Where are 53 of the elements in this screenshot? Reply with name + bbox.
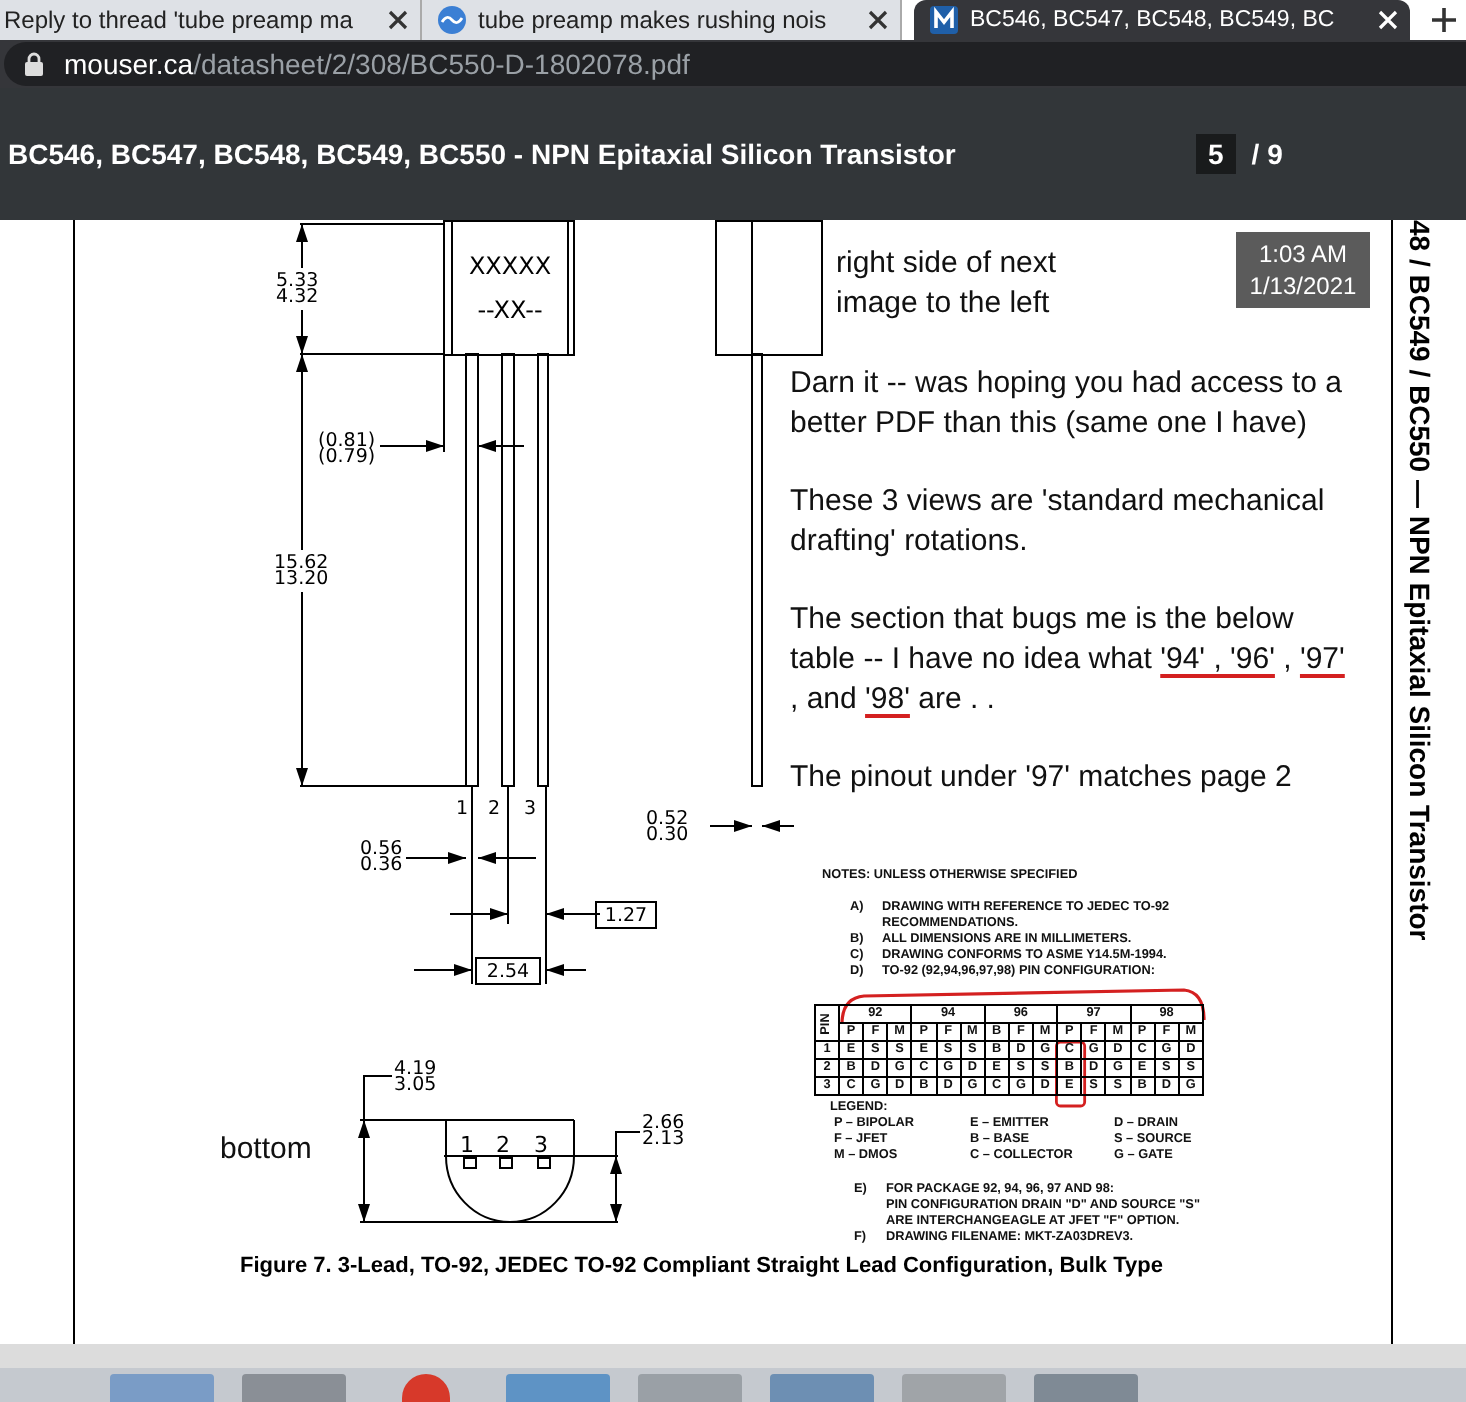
package-marking: XXXXX	[468, 252, 552, 280]
dimension-label: (0.81)	[318, 430, 376, 452]
annotation-paragraph: The pinout under '97' matches page 2	[790, 758, 1294, 798]
pin-number: 2	[488, 798, 501, 820]
page-number-field[interactable]: 5	[1196, 134, 1236, 174]
app-icon[interactable]	[110, 1374, 214, 1402]
tab-title: tube preamp makes rushing nois	[478, 6, 829, 34]
wave-icon	[438, 6, 466, 34]
figure-caption: Figure 7. 3-Lead, TO-92, JEDEC TO-92 Compliant Straight Lead Configuration, Bulk Type	[240, 1254, 1163, 1278]
logo-icon	[930, 6, 958, 34]
annotation-note: right side of next image to the left	[836, 244, 1057, 324]
time-label: 1:03 AM	[1258, 238, 1348, 270]
browser-tab[interactable]: BC546, BC547, BC548, BC549, BC	[914, 0, 1410, 40]
tab-title: BC546, BC547, BC548, BC549, BC	[970, 8, 1337, 32]
annotation-note: bottom	[220, 1130, 312, 1170]
annotation-paragraph: Darn it -- was hoping you had access to a better PDF than this (same one I have)	[790, 364, 1344, 444]
dimension-label: 1.27	[595, 901, 657, 929]
pin-number: 3	[524, 798, 537, 820]
dimension-label: 2.54	[475, 957, 541, 985]
url-text: mouser.ca/datasheet/2/308/BC550-D-1802078.pdf	[64, 48, 690, 80]
pin-number: 2	[496, 1132, 510, 1158]
document-title: BC546, BC547, BC548, BC549, BC550 - NPN Epitaxial Silicon Transistor	[8, 138, 958, 170]
close-icon[interactable]	[868, 10, 888, 30]
pin-number: 1	[456, 798, 469, 820]
pin-number: 3	[534, 1132, 548, 1158]
address-bar[interactable]: mouser.ca/datasheet/2/308/BC550-D-1802078.pdf	[4, 42, 1466, 86]
annotation-paragraph: The section that bugs me is the below table -- I have no idea what '94' , '96' , '97' , and '98' are . .	[790, 600, 1347, 720]
pin-number: 1	[460, 1132, 474, 1158]
dimension-label: 4.32	[276, 286, 319, 308]
app-icon[interactable]	[638, 1374, 742, 1402]
new-tab-icon[interactable]	[1430, 6, 1458, 34]
package-marking: --XX--	[477, 296, 543, 324]
lock-icon	[24, 52, 44, 76]
side-title: 48 / BC549 / BC550 — NPN Epitaxial Silicon Transistor	[1404, 220, 1436, 941]
app-icon[interactable]	[242, 1374, 346, 1402]
browser-icon[interactable]	[402, 1374, 450, 1402]
dimension-label: 13.20	[274, 568, 329, 590]
dimension-label: 3.05	[394, 1074, 437, 1096]
app-icon[interactable]	[770, 1374, 874, 1402]
app-icon[interactable]	[1034, 1374, 1138, 1402]
dimension-label: (0.79)	[318, 446, 376, 468]
app-icon[interactable]	[902, 1374, 1006, 1402]
browser-tab[interactable]: tube preamp makes rushing nois	[422, 0, 902, 40]
annotation-paragraph: These 3 views are 'standard mechanical drafting' rotations.	[790, 482, 1327, 562]
dimension-label: 2.13	[642, 1128, 685, 1150]
page-count: / 9	[1251, 138, 1283, 170]
tab-title: Reply to thread 'tube preamp ma	[4, 6, 355, 34]
dimension-label: 0.30	[646, 824, 689, 846]
dimension-label: 0.36	[360, 854, 403, 876]
browser-tab[interactable]: Reply to thread 'tube preamp ma	[0, 0, 422, 40]
app-icon[interactable]	[506, 1374, 610, 1402]
date-label: 1/13/2021	[1249, 270, 1357, 302]
close-icon[interactable]	[388, 10, 408, 30]
